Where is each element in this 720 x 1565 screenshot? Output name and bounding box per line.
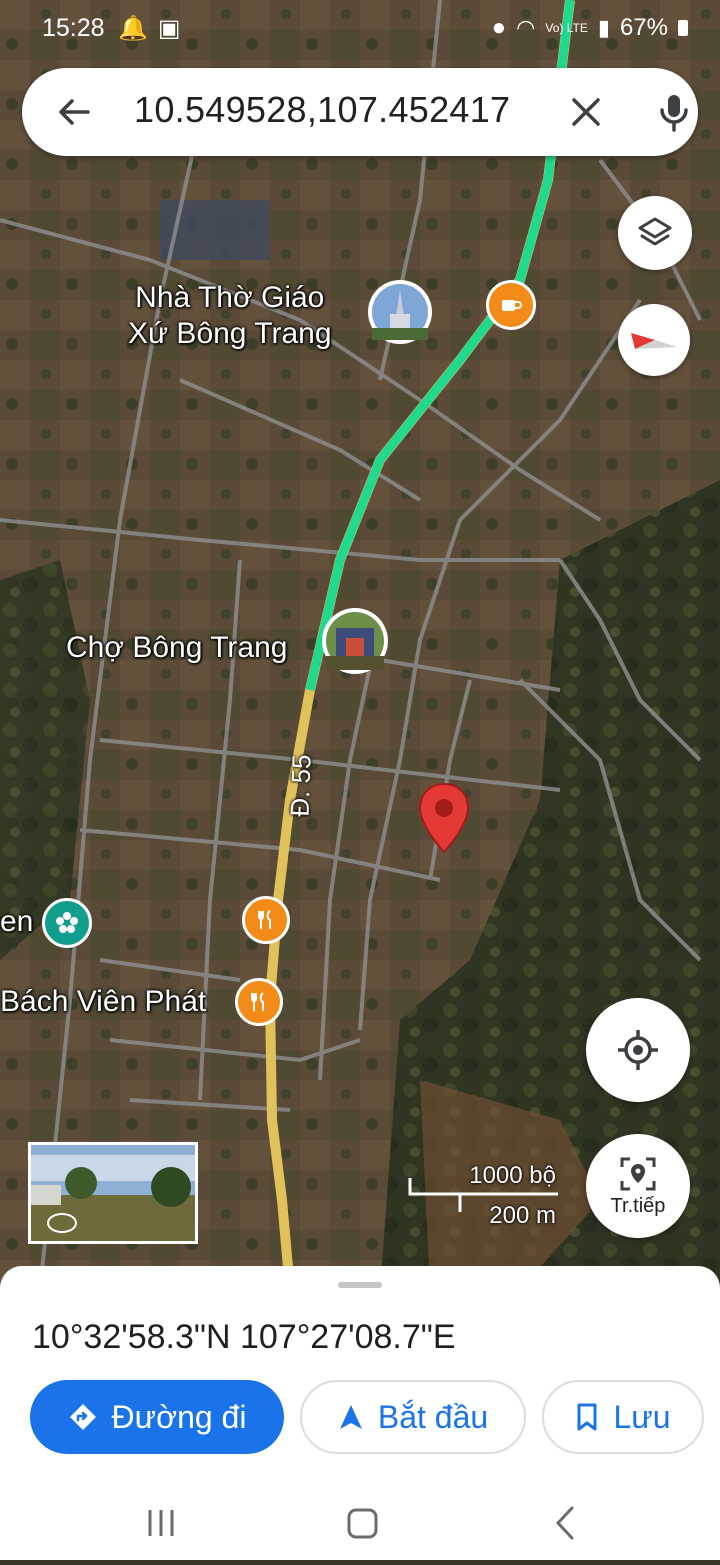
cafe-icon[interactable] xyxy=(486,280,536,330)
map-view[interactable]: Đ. 55 Nhà Thờ Giáo Xứ Bông Trang Chợ Bông… xyxy=(0,0,720,1290)
back-arrow-icon[interactable] xyxy=(52,90,96,134)
start-button[interactable]: Bắt đầu xyxy=(300,1380,526,1454)
directions-icon xyxy=(69,1404,96,1430)
navigation-arrow-icon xyxy=(339,1405,362,1429)
directions-label: Đường đi xyxy=(111,1398,247,1435)
church-photo-icon xyxy=(368,280,432,344)
location-pin-icon[interactable] xyxy=(418,782,470,854)
bookmark-icon xyxy=(577,1403,597,1431)
place-label-bach-vien-phat: Bách Viên Phát xyxy=(0,985,207,1018)
place-label-flower: en xyxy=(0,905,34,938)
rotate-360-icon xyxy=(47,1213,77,1233)
save-button[interactable]: Lưu xyxy=(542,1380,704,1454)
battery-icon xyxy=(678,20,688,36)
place-label-church: Nhà Thờ Giáo Xứ Bông Trang xyxy=(128,281,332,350)
compass-icon xyxy=(631,333,677,349)
road-label: Đ. 55 xyxy=(284,753,317,818)
search-query[interactable]: 10.549528,107.452417 xyxy=(134,89,510,131)
recent-apps-icon[interactable] xyxy=(148,1510,174,1536)
close-icon[interactable] xyxy=(564,90,608,134)
directions-button[interactable]: Đường đi xyxy=(30,1380,284,1454)
location-icon: ● xyxy=(491,14,507,41)
start-label: Bắt đầu xyxy=(377,1398,489,1435)
crosshair-icon xyxy=(618,1030,658,1070)
status-bar: 15:28 🔔 ▣ ● ◠ Vo) LTE ▮ 67% xyxy=(0,0,720,56)
place-label-market: Chợ Bông Trang xyxy=(66,631,288,664)
system-nav-bar xyxy=(0,1490,720,1560)
flower-icon xyxy=(42,898,92,948)
back-nav-icon[interactable] xyxy=(555,1506,574,1540)
my-location-button[interactable] xyxy=(586,998,690,1102)
street-view-thumbnail[interactable] xyxy=(28,1142,198,1244)
live-view-button[interactable]: Tr.tiếp xyxy=(586,1134,690,1238)
signal-icon: ▮ xyxy=(597,15,610,40)
market-photo-icon xyxy=(322,608,388,674)
save-label: Lưu xyxy=(613,1398,671,1435)
live-view-icon xyxy=(620,1157,656,1190)
restaurant-icon[interactable] xyxy=(242,896,290,944)
live-view-label: Tr.tiếp xyxy=(610,1194,666,1217)
compass-button[interactable] xyxy=(618,304,690,376)
microphone-icon[interactable] xyxy=(652,90,696,134)
drag-handle[interactable] xyxy=(338,1282,382,1288)
gallery-icon: ▣ xyxy=(157,15,181,42)
notification-bell-icon: 🔔 xyxy=(118,15,148,42)
battery-percent: 67% xyxy=(619,14,668,41)
search-bar[interactable]: 10.549528,107.452417 xyxy=(22,68,698,156)
status-time: 15:28 xyxy=(42,14,105,42)
layers-button[interactable] xyxy=(618,196,692,270)
wifi-icon: ◠ xyxy=(516,15,536,40)
network-label: Vo) LTE xyxy=(545,21,588,35)
map-scale: 1000 bộ 200 m xyxy=(408,1160,578,1230)
restaurant-icon xyxy=(235,978,283,1026)
place-sheet[interactable]: 10°32'58.3"N 107°27'08.7"E Đường đi Bắt … xyxy=(0,1266,720,1560)
coordinates-title: 10°32'58.3"N 107°27'08.7"E xyxy=(32,1318,456,1356)
layers-icon xyxy=(638,217,672,246)
home-icon[interactable] xyxy=(347,1508,378,1539)
